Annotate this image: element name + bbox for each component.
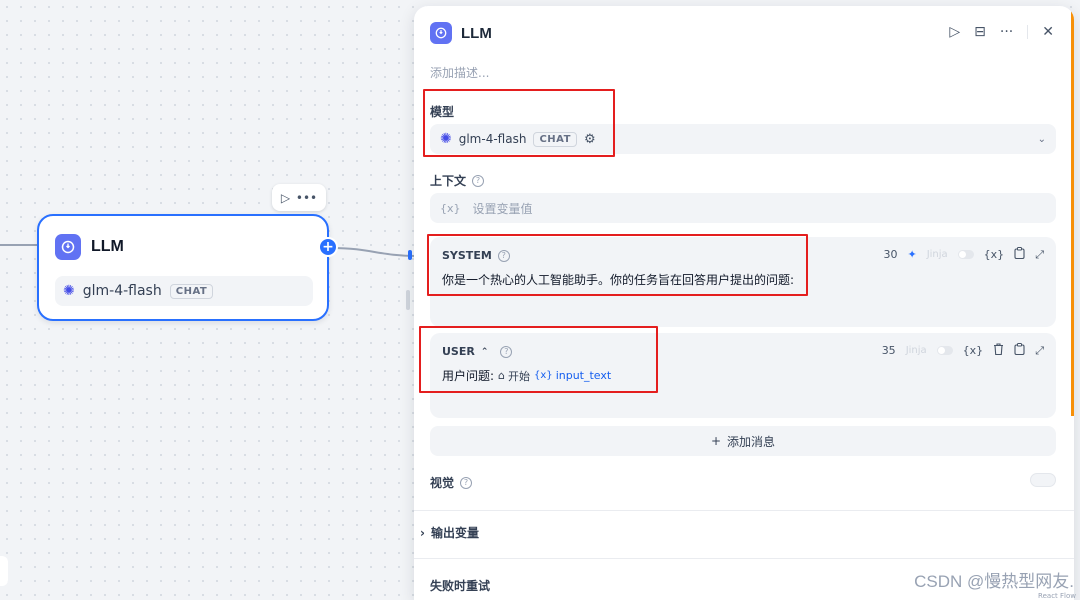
- variable-chip[interactable]: {x} input_text: [534, 369, 611, 382]
- system-prompt-editor[interactable]: SYSTEM ? 30 ✦ Jinja {x} ⤢ 你是一个热心的人工智能助手。…: [430, 237, 1056, 327]
- retry-label: 失败时重试: [430, 579, 491, 593]
- close-icon[interactable]: ✕: [1042, 24, 1054, 40]
- description-input[interactable]: 添加描述...: [430, 64, 489, 81]
- vision-toggle[interactable]: [1030, 473, 1056, 487]
- context-variable-input[interactable]: {x} 设置变量值: [430, 193, 1056, 223]
- help-icon[interactable]: ?: [500, 345, 513, 358]
- clipboard-icon[interactable]: [1014, 343, 1025, 358]
- jinja-toggle[interactable]: [957, 250, 974, 259]
- add-node-button[interactable]: +: [318, 237, 338, 257]
- run-icon[interactable]: ▷: [949, 24, 960, 40]
- more-icon[interactable]: ···: [1000, 24, 1013, 40]
- more-icon[interactable]: •••: [296, 191, 317, 205]
- home-icon: ⌂: [498, 369, 506, 382]
- canvas-control[interactable]: [0, 556, 8, 586]
- jinja-toggle[interactable]: [936, 346, 953, 355]
- context-label: 上下文 ?: [430, 172, 485, 189]
- node-model-badge: CHAT: [169, 283, 214, 299]
- variable-icon: {x}: [440, 201, 461, 215]
- user-prompt-tools: 35 Jinja {x} ⤢: [882, 343, 1044, 358]
- expand-icon[interactable]: ⤢: [1035, 248, 1044, 262]
- split-view-icon[interactable]: ⊟: [974, 24, 986, 40]
- user-role-selector[interactable]: USER ⌃ ?: [442, 345, 513, 358]
- node-header: LLM: [55, 234, 124, 260]
- divider: [414, 510, 1074, 511]
- zhipu-model-icon: ✺: [63, 283, 75, 299]
- run-icon[interactable]: ▷: [281, 191, 290, 205]
- llm-icon: [55, 234, 81, 260]
- jinja-label: Jinja: [905, 345, 927, 356]
- model-label: 模型: [430, 105, 455, 119]
- model-select[interactable]: ✺ glm-4-flash CHAT ⚙ ⌄: [430, 124, 1056, 154]
- panel-header: LLM: [430, 22, 492, 44]
- zhipu-model-icon: ✺: [440, 131, 452, 147]
- variable-icon[interactable]: {x}: [963, 344, 984, 357]
- model-badge: CHAT: [533, 131, 577, 147]
- char-count: 30: [883, 248, 898, 261]
- help-icon[interactable]: ?: [497, 249, 510, 262]
- vision-label: 视觉 ?: [430, 474, 473, 491]
- node-model-chip: ✺ glm-4-flash CHAT: [55, 276, 313, 306]
- system-prompt-text: 你是一个热心的人工智能助手。你的任务旨在回答用户提出的问题:: [442, 273, 795, 287]
- variable-icon[interactable]: {x}: [984, 248, 1005, 261]
- char-count: 35: [881, 344, 896, 357]
- jinja-label: Jinja: [926, 249, 948, 260]
- panel-title[interactable]: LLM: [461, 25, 492, 42]
- variable-icon: {x}: [534, 370, 553, 381]
- chevron-down-icon: ⌄: [1037, 133, 1046, 145]
- trash-icon[interactable]: [993, 343, 1004, 358]
- add-message-button[interactable]: + 添加消息: [430, 426, 1056, 456]
- target-handle[interactable]: [408, 250, 412, 260]
- user-prompt-text: 用户问题: ⌂ 开始 {x} input_text: [442, 368, 612, 384]
- llm-icon: [430, 22, 452, 44]
- chevron-right-icon: ›: [420, 525, 425, 540]
- context-placeholder: 设置变量值: [472, 201, 533, 216]
- divider: [1027, 25, 1029, 39]
- system-prompt-tools: 30 ✦ Jinja {x} ⤢: [883, 247, 1044, 262]
- node-model-name: glm-4-flash: [82, 283, 162, 299]
- watermark: CSDN @慢热型网友.: [914, 572, 1074, 591]
- llm-node[interactable]: LLM ✺ glm-4-flash CHAT: [37, 214, 329, 321]
- system-role-label: SYSTEM ?: [442, 249, 510, 262]
- node-title: LLM: [91, 238, 124, 255]
- help-icon[interactable]: ?: [472, 174, 485, 187]
- divider: [414, 558, 1074, 559]
- settings-icon[interactable]: ⚙: [584, 132, 596, 147]
- role-switch-icon: ⌃: [480, 346, 489, 357]
- output-variables-toggle[interactable]: › 输出变量: [420, 524, 479, 541]
- edge-in: [0, 244, 38, 246]
- node-config-panel: LLM ▷ ⊟ ··· ✕ 添加描述... 模型 ✺ glm-4-flash C…: [414, 6, 1074, 600]
- help-icon[interactable]: ?: [460, 476, 473, 489]
- panel-resize-handle[interactable]: [406, 290, 410, 310]
- edge-out: [331, 247, 417, 257]
- node-toolbar: ▷ •••: [272, 184, 326, 211]
- scrollbar[interactable]: [1071, 6, 1074, 416]
- user-prompt-editor[interactable]: USER ⌃ ? 35 Jinja {x} ⤢ 用户问题: ⌂ 开始 {x} i…: [430, 333, 1056, 418]
- plus-icon: +: [710, 434, 722, 448]
- model-name: glm-4-flash: [458, 132, 527, 146]
- panel-actions: ▷ ⊟ ··· ✕: [949, 24, 1054, 40]
- sparkle-icon[interactable]: ✦: [907, 248, 916, 261]
- react-flow-attribution[interactable]: React Flow: [1038, 592, 1076, 600]
- expand-icon[interactable]: ⤢: [1035, 344, 1044, 358]
- start-node-chip[interactable]: ⌂ 开始: [498, 368, 530, 384]
- clipboard-icon[interactable]: [1014, 247, 1025, 262]
